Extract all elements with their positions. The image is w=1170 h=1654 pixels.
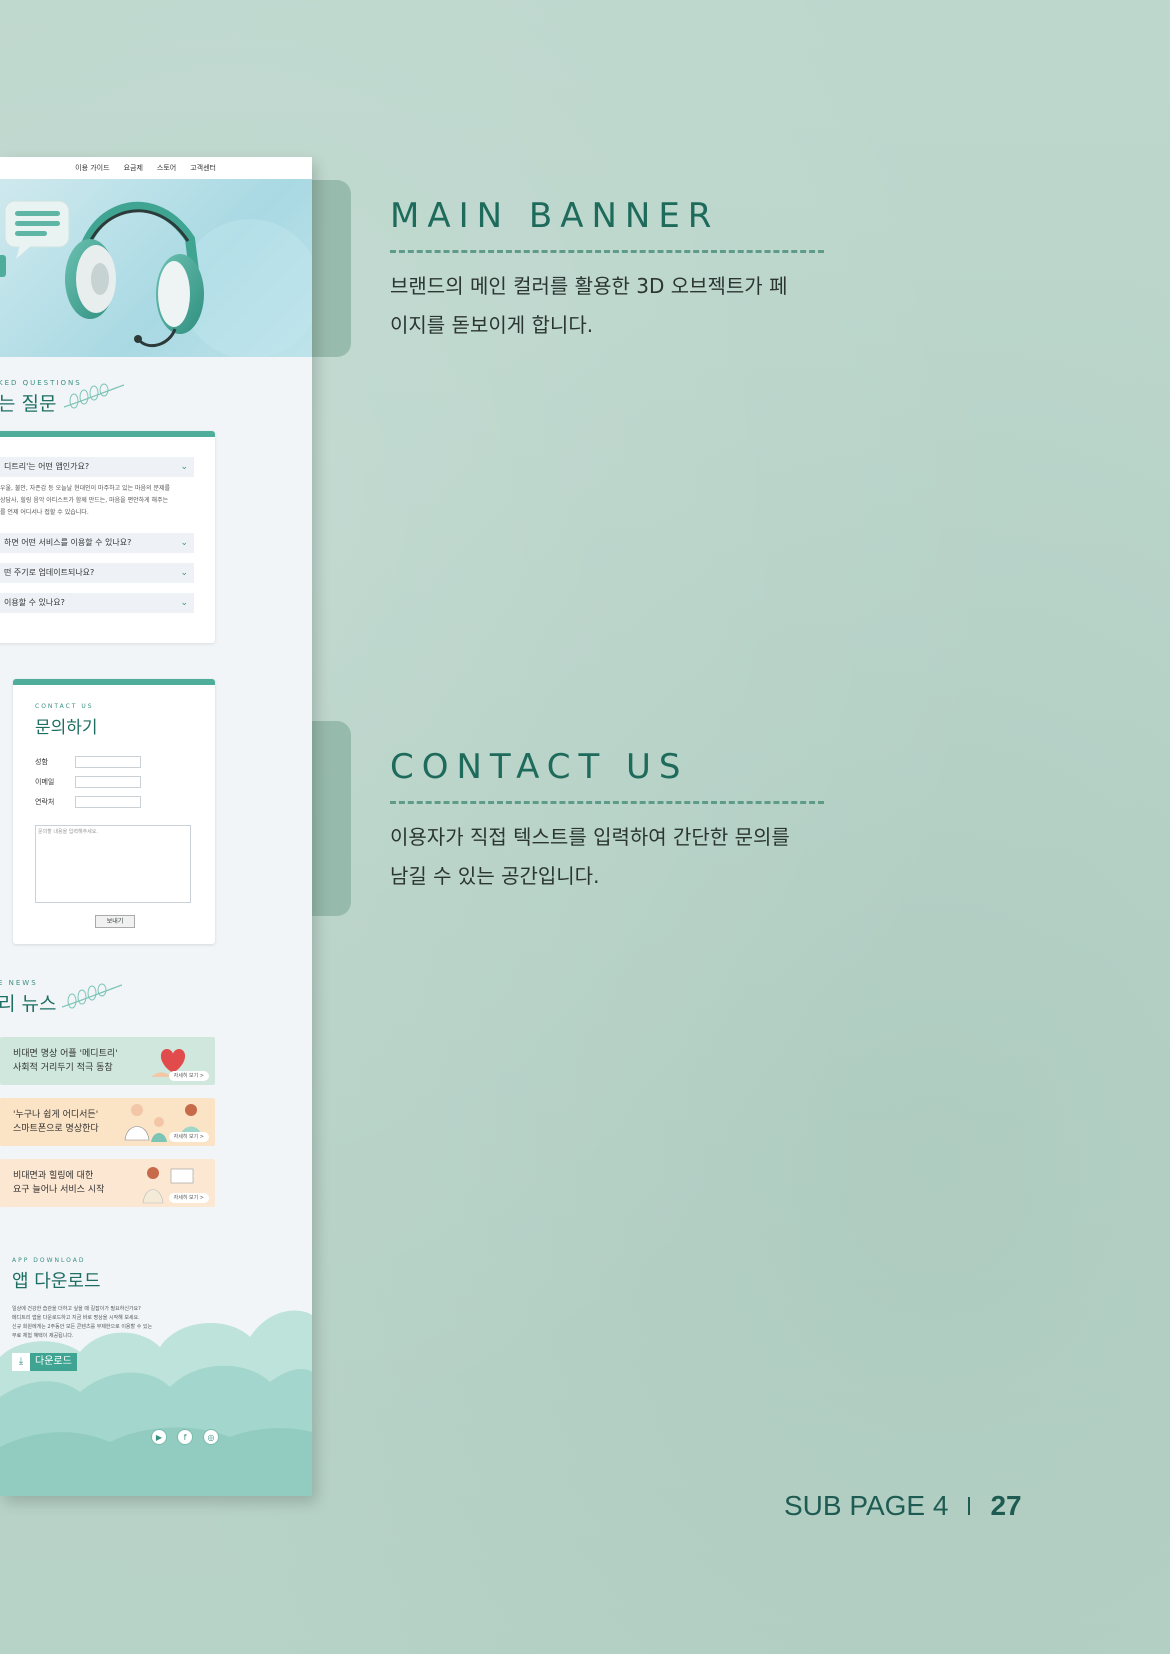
nav-store[interactable]: 스토어 (157, 163, 176, 173)
nav-guide[interactable]: 이용 가이드 (75, 163, 109, 173)
nav-support[interactable]: 고객센터 (190, 163, 216, 173)
faq-question-1[interactable]: 디트리'는 어떤 앱인가요? ⌄ (0, 457, 194, 477)
phone-label: 연락처 (35, 798, 55, 806)
faq-question-3[interactable]: 떤 주기로 업데이트되나요? ⌄ (0, 563, 194, 583)
app-eyebrow: APP DOWNLOAD (12, 1257, 86, 1264)
download-label: 다운로드 (30, 1353, 77, 1371)
headphone-illustration (0, 200, 312, 359)
chevron-down-icon: ⌄ (180, 598, 188, 608)
download-button[interactable]: ⤓ 다운로드 (12, 1353, 77, 1371)
app-title: 앱 다운로드 (12, 1271, 101, 1292)
contact-card: CONTACT US 문의하기 성함 이메일 연락처 문의할 내용을 입력해주세… (13, 679, 215, 944)
faq-answer-line: 상담사, 힐링 음악 아티스트가 함께 만드는, 마음을 편안하게 해주는 (0, 497, 169, 504)
app-desc-line: 무료 체험 혜택이 제공됩니다. (12, 1333, 74, 1339)
read-more-link[interactable]: 자세히 보기 > (168, 1071, 209, 1081)
social-links: ▶ f ◎ (151, 1429, 219, 1445)
contact-eyebrow: CONTACT US (35, 703, 94, 710)
news-title: 리 뉴스 (0, 993, 57, 1015)
news-item-1[interactable]: 비대면 명상 어플 '메디트리' 사회적 거리두기 적극 동참 자세히 보기 > (0, 1037, 215, 1085)
desc-line: 브랜드의 메인 컬러를 활용한 3D 오브젝트가 페 (390, 274, 788, 298)
section-title-contact-us: CONTACT US (390, 747, 689, 787)
read-more-link[interactable]: 자세히 보기 > (168, 1132, 209, 1142)
name-field[interactable] (75, 756, 141, 768)
faq-answer-line: 를 언제 어디서나 접할 수 있습니다. (0, 509, 89, 516)
app-desc-line: 일상에 건강한 습관을 더하고 싶을 때 길잡이가 필요하신가요? (12, 1306, 141, 1312)
faq-answer: 우울, 불안, 자존감 등 오늘날 현대인이 마주하고 있는 마음의 문제를 상… (0, 483, 190, 519)
faq-question-text: 하면 어떤 서비스를 이용할 수 있나요? (4, 538, 132, 547)
nav-pricing[interactable]: 요금제 (124, 163, 143, 173)
faq-question-4[interactable]: 이용할 수 있나요? ⌄ (0, 593, 194, 613)
website-mockup: 이용 가이드 요금제 스토어 고객센터 KED QUESTIONS 는 질문 디… (0, 157, 312, 1496)
desc-line: 이지를 돋보이게 합니다. (390, 313, 594, 337)
faq-question-text: 이용할 수 있나요? (4, 598, 65, 607)
section-desc-contact-us: 이용자가 직접 텍스트를 입력하여 간단한 문의를 남길 수 있는 공간입니다. (390, 818, 830, 896)
read-more-link[interactable]: 자세히 보기 > (168, 1193, 209, 1203)
section-desc-main-banner: 브랜드의 메인 컬러를 활용한 3D 오브젝트가 페 이지를 돋보이게 합니다. (390, 267, 830, 345)
message-textarea[interactable]: 문의할 내용을 입력해주세요. (35, 825, 191, 903)
email-field[interactable] (75, 776, 141, 788)
leaf-decoration-icon (63, 383, 125, 409)
name-label: 성함 (35, 758, 48, 766)
leaf-decoration-icon (61, 983, 123, 1009)
news-eyebrow: E NEWS (0, 979, 38, 987)
contact-title: 문의하기 (35, 718, 98, 738)
app-description: 일상에 건강한 습관을 더하고 싶을 때 길잡이가 필요하신가요? 메디트리 앱… (12, 1305, 152, 1341)
phone-field[interactable] (75, 796, 141, 808)
send-button[interactable]: 보내기 (95, 915, 135, 928)
page-separator (968, 1497, 971, 1515)
page-number: 27 (990, 1490, 1022, 1521)
faq-card: 디트리'는 어떤 앱인가요? ⌄ 우울, 불안, 자존감 등 오늘날 현대인이 마… (0, 431, 215, 643)
app-desc-line: 신규 회원에게는 2주동안 모든 콘텐츠를 무제한으로 이용할 수 있는 (12, 1324, 153, 1330)
youtube-icon[interactable]: ▶ (151, 1429, 167, 1445)
desc-line: 이용자가 직접 텍스트를 입력하여 간단한 문의를 (390, 825, 790, 849)
faq-answer-line: 우울, 불안, 자존감 등 오늘날 현대인이 마주하고 있는 마음의 문제를 (0, 485, 171, 492)
instagram-icon[interactable]: ◎ (203, 1429, 219, 1445)
top-nav: 이용 가이드 요금제 스토어 고객센터 (0, 157, 312, 179)
app-desc-line: 메디트리 앱을 다운로드하고 지금 바로 명상을 시작해 보세요. (12, 1315, 140, 1321)
faq-question-2[interactable]: 하면 어떤 서비스를 이용할 수 있나요? ⌄ (0, 533, 194, 553)
dashed-divider (390, 801, 824, 804)
page-label: SUB PAGE 4 (784, 1490, 949, 1521)
section-title-main-banner: MAIN BANNER (390, 196, 720, 236)
email-label: 이메일 (35, 778, 55, 786)
download-icon: ⤓ (12, 1353, 30, 1371)
chevron-down-icon: ⌄ (180, 538, 188, 548)
desc-line: 남길 수 있는 공간입니다. (390, 864, 600, 888)
facebook-icon[interactable]: f (177, 1429, 193, 1445)
faq-title: 는 질문 (0, 393, 57, 415)
faq-question-text: 디트리'는 어떤 앱인가요? (4, 462, 90, 471)
main-banner (0, 179, 312, 359)
faq-question-text: 떤 주기로 업데이트되나요? (4, 568, 95, 577)
page-footer: SUB PAGE 4 27 (784, 1490, 1022, 1522)
chevron-down-icon: ⌄ (180, 462, 188, 472)
chevron-down-icon: ⌄ (180, 568, 188, 578)
dashed-divider (390, 250, 824, 253)
news-item-3[interactable]: 비대면과 힐링에 대한 요구 늘어나 서비스 시작 자세히 보기 > (0, 1159, 215, 1207)
news-item-2[interactable]: '누구나 쉽게 어디서든' 스마트폰으로 명상한다 자세히 보기 > (0, 1098, 215, 1146)
